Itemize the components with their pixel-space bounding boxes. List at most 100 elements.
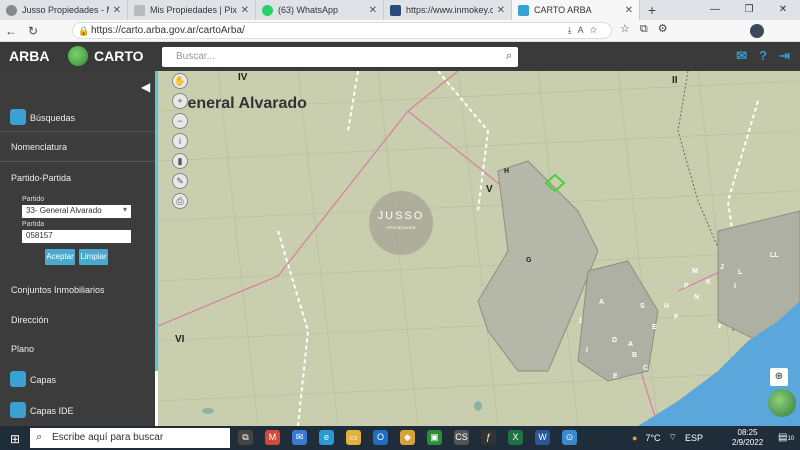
favorites-icon[interactable]: ☆ xyxy=(620,23,640,35)
partida-input[interactable]: 058157 xyxy=(22,230,131,243)
help-icon[interactable]: ? xyxy=(759,48,767,64)
info-icon[interactable]: i xyxy=(172,133,188,149)
sidebar-item-capas-ide[interactable]: Capas IDE xyxy=(30,406,74,416)
map-label: J xyxy=(578,318,582,325)
taskbar-search[interactable]: ⌕ Escribe aquí para buscar xyxy=(30,428,230,448)
tab-carto-arba[interactable]: CARTO ARBA ✕ xyxy=(512,0,640,20)
edge-icon[interactable]: e xyxy=(319,430,334,445)
sidebar-item-conjuntos[interactable]: Conjuntos Inmobiliarios xyxy=(11,285,105,295)
download-icon[interactable]: ⤓ xyxy=(568,25,578,35)
map-label: IV xyxy=(238,72,248,83)
new-tab-button[interactable]: + xyxy=(640,0,664,20)
restore-icon[interactable]: ❐ xyxy=(732,0,766,20)
partido-select[interactable]: 33- General Alvarado xyxy=(22,205,131,218)
sidebar-item-capas[interactable]: Capas xyxy=(30,375,56,385)
zoom-out-icon[interactable]: − xyxy=(172,113,188,129)
mail-icon[interactable]: ✉ xyxy=(736,48,747,64)
map-label: H xyxy=(664,303,670,310)
close-tab-icon[interactable]: ✕ xyxy=(625,5,633,16)
close-tab-icon[interactable]: ✕ xyxy=(113,5,121,16)
windows-taskbar: ⊞ ⌕ Escribe aquí para buscar ⧉ M ✉ e ▭ O… xyxy=(0,426,800,450)
reload-icon[interactable]: ↻ xyxy=(22,24,44,38)
map-search-input[interactable]: Buscar... ⌕ xyxy=(162,47,518,67)
mail-app-icon[interactable]: ✉ xyxy=(292,430,307,445)
close-tab-icon[interactable]: ✕ xyxy=(369,5,377,16)
wifi-icon[interactable]: ⌔ xyxy=(669,432,677,443)
tab-pixel-inmo[interactable]: Mis Propiedades | Pixel Inmo ✕ xyxy=(128,0,256,20)
jusso-watermark: JUSSO PROPIEDADES xyxy=(369,191,433,255)
draw-icon[interactable]: ✎ xyxy=(172,173,188,189)
taskbar-apps: ⧉ M ✉ e ▭ O ◆ ▣ CS ƒ X W ⊙ xyxy=(238,430,577,445)
divider xyxy=(0,161,155,162)
logout-icon[interactable]: ⇥ xyxy=(779,48,790,64)
arba-logo: ARBA xyxy=(9,48,50,64)
notifications-icon[interactable]: ▤10 xyxy=(778,432,794,443)
divider xyxy=(0,131,155,132)
tab-title: https://www.inmokey.com/in xyxy=(406,5,493,15)
search-icon[interactable]: ⌕ xyxy=(506,50,512,63)
profile-avatar[interactable] xyxy=(750,24,764,38)
app-icon[interactable]: ⊙ xyxy=(562,430,577,445)
taskbar-search-placeholder: Escribe aquí para buscar xyxy=(52,432,164,443)
url-text: https://carto.arba.gov.ar/cartoArba/ xyxy=(91,25,245,36)
extensions-icon[interactable]: ⚙ xyxy=(658,23,678,35)
tab-jusso[interactable]: Jusso Propiedades - Mar del ✕ xyxy=(0,0,128,20)
print-icon[interactable]: ⎙ xyxy=(172,193,188,209)
collections-icon[interactable]: ⧉ xyxy=(640,23,658,35)
binoculars-icon xyxy=(10,109,26,125)
map-label: H xyxy=(504,168,510,175)
sidebar-item-plano[interactable]: Plano xyxy=(11,344,34,354)
app-icon[interactable]: ▣ xyxy=(427,430,442,445)
app-icon[interactable]: ◆ xyxy=(400,430,415,445)
layers-icon xyxy=(10,371,26,387)
clock-time: 08:25 xyxy=(737,428,758,437)
map-label: D xyxy=(612,337,618,344)
collapse-sidebar-icon[interactable]: ◀ xyxy=(141,80,150,94)
tab-whatsapp[interactable]: (63) WhatsApp ✕ xyxy=(256,0,384,20)
tab-inmokey[interactable]: https://www.inmokey.com/in ✕ xyxy=(384,0,512,20)
sidebar-item-nomenclatura[interactable]: Nomenclatura xyxy=(11,142,67,152)
taskbar-clock[interactable]: 08:25 2/9/2022 xyxy=(732,428,763,448)
map-label: G xyxy=(526,257,532,264)
partido-label: Partido xyxy=(22,196,45,203)
read-aloud-icon[interactable]: A xyxy=(578,25,590,35)
browser-tab-bar: Jusso Propiedades - Mar del ✕ Mis Propied… xyxy=(0,0,800,20)
file-explorer-icon[interactable]: ▭ xyxy=(346,430,361,445)
language-indicator[interactable]: ESP xyxy=(685,433,703,443)
url-field[interactable]: 🔒 https://carto.arba.gov.ar/cartoArba/ ⤓… xyxy=(72,22,612,39)
sidebar-item-busquedas[interactable]: Búsquedas xyxy=(30,113,75,123)
gmail-icon[interactable]: M xyxy=(265,430,280,445)
url-actions: ⤓A☆ xyxy=(568,23,603,38)
minimize-icon[interactable]: — xyxy=(698,0,732,20)
carto-arba-icon xyxy=(518,4,529,16)
cs-icon[interactable]: CS xyxy=(454,430,469,445)
word-icon[interactable]: W xyxy=(535,430,550,445)
app-header: ARBA CARTO Buscar... ⌕ ✉ ? ⇥ xyxy=(0,42,800,71)
measure-icon[interactable]: ▮ xyxy=(172,153,188,169)
windows-start-icon[interactable]: ⊞ xyxy=(10,432,20,446)
close-tab-icon[interactable]: ✕ xyxy=(241,5,249,16)
outlook-icon[interactable]: O xyxy=(373,430,388,445)
back-icon[interactable]: ← xyxy=(0,24,22,38)
limpiar-button[interactable]: Limpiar xyxy=(79,249,108,265)
sidebar-item-partido-partida[interactable]: Partido-Partida xyxy=(11,173,71,183)
zoom-in-icon[interactable]: + xyxy=(172,93,188,109)
favorite-star-icon[interactable]: ☆ xyxy=(590,25,603,35)
map-label: B xyxy=(632,352,638,359)
window-controls: — ❐ ✕ xyxy=(698,0,800,20)
locate-icon[interactable]: ⊕ xyxy=(770,368,788,386)
header-actions: ✉ ? ⇥ xyxy=(736,48,790,64)
tab-title: Mis Propiedades | Pixel Inmo xyxy=(150,5,237,15)
map-drawing xyxy=(158,71,800,426)
excel-icon[interactable]: X xyxy=(508,430,523,445)
weather-icon[interactable]: ● xyxy=(632,433,637,443)
tab-title: CARTO ARBA xyxy=(534,5,592,15)
pan-icon[interactable]: ✋ xyxy=(172,73,188,89)
task-view-icon[interactable]: ⧉ xyxy=(238,430,253,445)
map-canvas[interactable]: General Alvarado ✋ + − i ▮ ✎ ⎙ IV II V V… xyxy=(158,71,800,426)
aceptar-button[interactable]: Aceptar xyxy=(45,249,75,265)
app-icon[interactable]: ƒ xyxy=(481,430,496,445)
close-tab-icon[interactable]: ✕ xyxy=(497,5,505,16)
sidebar-item-direccion[interactable]: Dirección xyxy=(11,315,49,325)
close-window-icon[interactable]: ✕ xyxy=(766,0,800,20)
